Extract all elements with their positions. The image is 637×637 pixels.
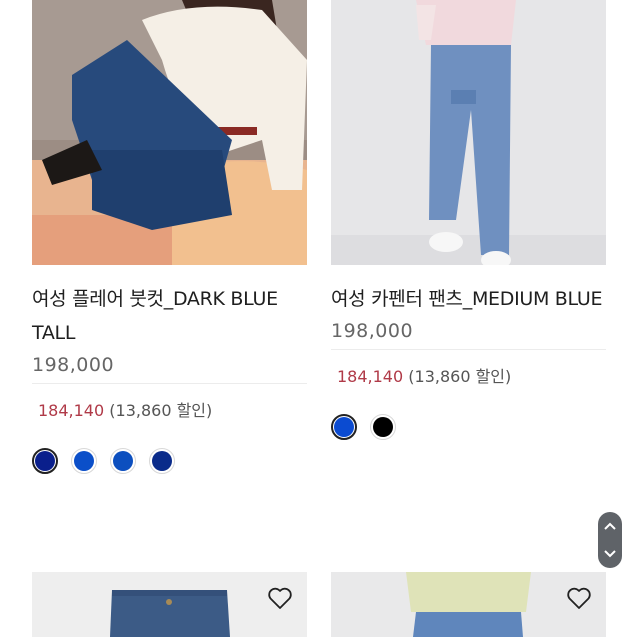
product-card[interactable]: 여성 카펜터 팬츠_MEDIUM BLUE 198,000 184,140 (1… (331, 0, 606, 440)
color-dot (373, 417, 393, 437)
color-dot (35, 451, 55, 471)
product-card[interactable] (32, 572, 307, 637)
product-image[interactable] (331, 0, 606, 265)
color-options (331, 414, 606, 440)
product-price: 198,000 (331, 320, 606, 350)
product-card[interactable] (331, 572, 606, 637)
product-card[interactable]: 여성 플레어 붓컷_DARK BLUE TALL 198,000 184,140… (32, 0, 307, 474)
scroll-control[interactable] (598, 512, 622, 568)
sale-info: 184,140 (13,860 할인) (331, 363, 606, 387)
color-swatch[interactable] (331, 414, 357, 440)
color-swatch[interactable] (149, 448, 175, 474)
discount-amount: (13,860 할인) (408, 367, 512, 386)
color-dot (334, 417, 354, 437)
color-dot (74, 451, 94, 471)
product-name[interactable]: 여성 카펜터 팬츠_MEDIUM BLUE (331, 282, 606, 316)
heart-outline-icon[interactable] (267, 586, 293, 610)
color-swatch[interactable] (32, 448, 58, 474)
chevron-up-icon[interactable] (604, 522, 616, 530)
color-swatch[interactable] (370, 414, 396, 440)
discount-amount: (13,860 할인) (109, 401, 213, 420)
sale-price: 184,140 (38, 401, 105, 420)
sale-price: 184,140 (337, 367, 404, 386)
color-swatch[interactable] (110, 448, 136, 474)
product-image[interactable] (32, 572, 307, 637)
sale-info: 184,140 (13,860 할인) (32, 397, 307, 421)
color-options (32, 448, 307, 474)
product-name[interactable]: 여성 플레어 붓컷_DARK BLUE TALL (32, 282, 307, 350)
product-price: 198,000 (32, 354, 307, 384)
color-dot (152, 451, 172, 471)
color-swatch[interactable] (71, 448, 97, 474)
product-grid-page: 여성 플레어 붓컷_DARK BLUE TALL 198,000 184,140… (0, 0, 637, 637)
product-image[interactable] (32, 0, 307, 265)
color-dot (113, 451, 133, 471)
product-image[interactable] (331, 572, 606, 637)
chevron-down-icon[interactable] (604, 550, 616, 558)
heart-outline-icon[interactable] (566, 586, 592, 610)
